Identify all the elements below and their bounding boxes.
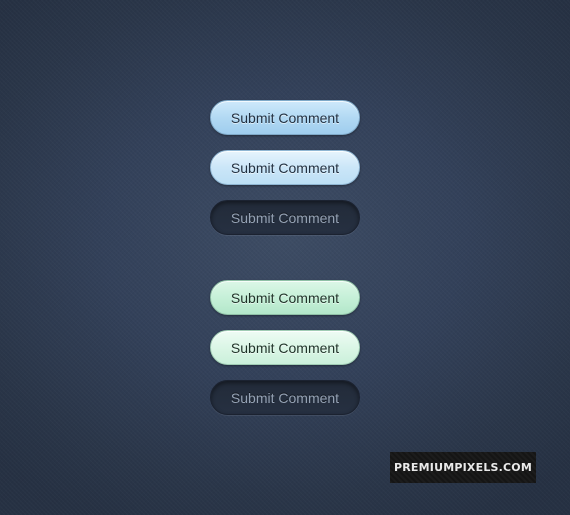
submit-comment-button-blue-hover[interactable]: Submit Comment bbox=[210, 150, 360, 185]
submit-comment-button-blue-active[interactable]: Submit Comment bbox=[210, 200, 360, 235]
submit-comment-button-green-active[interactable]: Submit Comment bbox=[210, 380, 360, 415]
premiumpixels-watermark: PREMIUMPIXELS.COM bbox=[390, 452, 536, 483]
submit-comment-button-green-hover-label: Submit Comment bbox=[230, 340, 340, 356]
submit-comment-button-blue-hover-label: Submit Comment bbox=[230, 160, 340, 176]
submit-comment-button-blue[interactable]: Submit Comment bbox=[210, 100, 360, 135]
background-texture bbox=[0, 0, 570, 515]
submit-comment-button-blue-label: Submit Comment bbox=[230, 110, 340, 126]
submit-comment-button-green-label: Submit Comment bbox=[230, 290, 340, 306]
submit-comment-button-green-active-label: Submit Comment bbox=[230, 390, 340, 406]
submit-comment-button-blue-active-label: Submit Comment bbox=[230, 210, 340, 226]
watermark-text: PREMIUMPIXELS.COM bbox=[394, 461, 532, 474]
submit-comment-button-green[interactable]: Submit Comment bbox=[210, 280, 360, 315]
submit-comment-button-green-hover[interactable]: Submit Comment bbox=[210, 330, 360, 365]
